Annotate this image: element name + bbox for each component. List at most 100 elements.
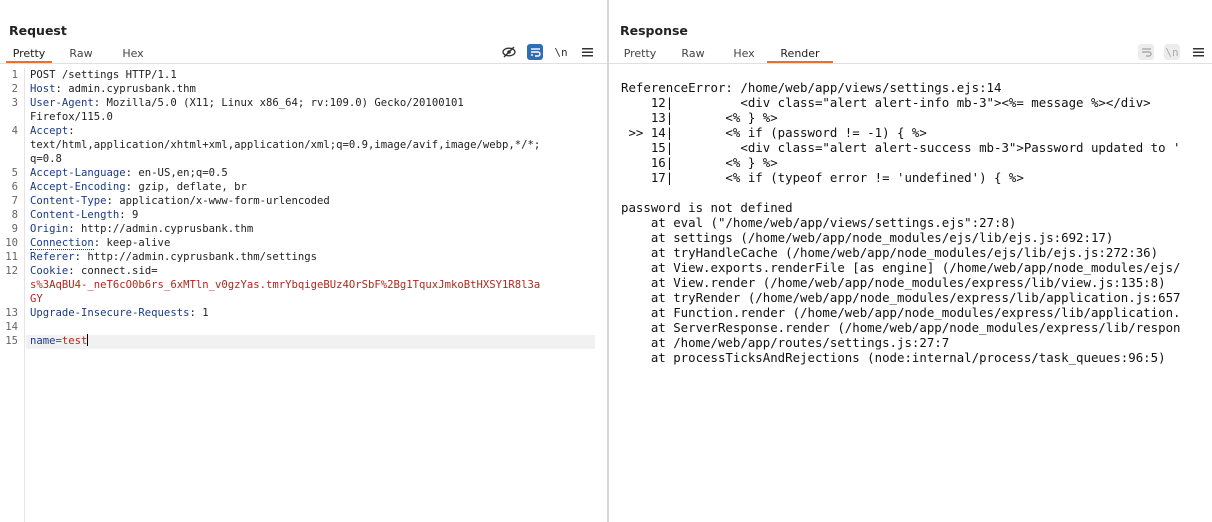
line-code: q=0.8 [30,152,62,166]
response-line: 16| <% } %> [621,155,778,170]
header-value: : http://admin.cyprusbank.thm/settings [74,251,318,263]
line-code: Content-Type: application/x-www-form-url… [30,194,330,208]
header-value: q=0.8 [30,153,62,165]
header-name: name [30,335,56,347]
line-code: Host: admin.cyprusbank.thm [30,82,196,96]
tab-pretty[interactable]: Pretty [6,45,52,63]
line-code: Accept: [30,124,75,138]
line-number: 5 [11,167,18,179]
line-code: text/html,application/xhtml+xml,applicat… [30,138,540,152]
header-value: : application/x-www-form-urlencoded [106,195,330,207]
response-line: at tryRender (/home/web/app/node_modules… [621,290,1181,305]
response-pane: Response Pretty Raw Hex Render \n Refere… [609,0,1212,522]
request-editor[interactable]: 1 POST /settings HTTP/1.1 2 Host: admin.cyp… [0,68,607,522]
header-value: GY [30,293,43,305]
line-code: Accept-Encoding: gzip, deflate, br [30,180,247,194]
header-value: : [68,125,75,137]
header-name: Accept [30,125,69,137]
line-number: 3 [11,97,18,109]
line-number: 4 [11,125,18,137]
response-line: at processTicksAndRejections (node:inter… [621,350,1166,365]
response-line [621,185,1181,200]
eye-slash-icon[interactable] [501,44,517,60]
line-code: POST /settings HTTP/1.1 [30,68,177,82]
newline-toggle[interactable]: \n [1164,44,1180,60]
newline-toggle[interactable]: \n [553,44,569,60]
response-render-output: ReferenceError: /home/web/app/views/sett… [621,80,1181,365]
header-name: Host [30,83,56,95]
header-value: : 1 [189,307,209,319]
line-code: Cookie: connect.sid= [30,264,158,278]
line-number: 12 [5,265,18,277]
line-code: GY [30,292,43,306]
tab-hex[interactable]: Hex [721,45,767,63]
menu-icon[interactable] [579,44,595,60]
line-code: Accept-Language: en-US,en;q=0.5 [30,166,228,180]
header-name: Accept-Encoding [30,181,126,193]
header-name: Connection [30,237,94,250]
header-value: : http://admin.cyprusbank.thm [68,223,254,235]
response-line: at eval ("/home/web/app/views/settings.e… [621,215,1017,230]
line-code: User-Agent: Mozilla/5.0 (X11; Linux x86_… [30,96,464,110]
response-line: ReferenceError: /home/web/app/views/sett… [621,80,1002,95]
line-code: s%3AqBU4-_neT6cO0b6rs_6xMTln_v0gzYas.tmr… [30,278,540,292]
line-code: Origin: http://admin.cyprusbank.thm [30,222,253,236]
line-code: Upgrade-Insecure-Requests: 1 [30,306,209,320]
line-number: 15 [5,335,18,347]
header-value: : connect.sid= [68,265,158,277]
line-number: 6 [11,181,18,193]
menu-icon[interactable] [1190,44,1206,60]
line-number: 7 [11,195,18,207]
header-name: Referer [30,251,75,263]
response-line: 17| <% if (typeof error != 'undefined') … [621,170,1024,185]
response-title: Response [620,23,688,38]
line-number: 2 [11,83,18,95]
header-name: Origin [30,223,69,235]
line-number: 11 [5,251,18,263]
wrap-icon[interactable] [527,44,543,60]
line-number: 14 [5,321,18,333]
tab-hex[interactable]: Hex [110,45,156,63]
response-line: at /home/web/app/routes/settings.js:27:7 [621,335,950,350]
request-pane: Request Pretty Raw Hex \n 1 POST /setting… [0,0,607,522]
line-code: Content-Length: 9 [30,208,138,222]
line-number: 8 [11,209,18,221]
response-line: at tryHandleCache (/home/web/app/node_mo… [621,245,1159,260]
response-line: at View.render (/home/web/app/node_modul… [621,275,1166,290]
response-line: 12| <div class="alert alert-info mb-3"><… [621,95,1151,110]
tab-render[interactable]: Render [767,45,833,63]
line-number: 1 [11,69,18,81]
request-tabs: Pretty Raw Hex [6,45,156,63]
header-value: : keep-alive [93,237,171,249]
response-line: at settings (/home/web/app/node_modules/… [621,230,1114,245]
header-value: =test [55,335,88,347]
response-line: 13| <% } %> [621,110,778,125]
response-line: password is not defined [621,200,793,215]
line-code: Firefox/115.0 [30,110,113,124]
line-number: 13 [5,307,18,319]
line-code: name=test [30,334,89,348]
wrap-icon[interactable] [1138,44,1154,60]
header-value: s%3AqBU4-_neT6cO0b6rs_6xMTln_v0gzYas.tmr… [30,279,541,291]
tab-pretty[interactable]: Pretty [615,45,665,63]
line-number: 10 [5,237,18,249]
header-value: : Mozilla/5.0 (X11; Linux x86_64; rv:109… [93,97,464,109]
tab-raw[interactable]: Raw [52,45,110,63]
response-line: 15| <div class="alert alert-success mb-3… [621,140,1181,155]
header-value: text/html,application/xhtml+xml,applicat… [30,139,541,151]
header-value: : gzip, deflate, br [125,181,247,193]
response-line: >> 14| <% if (password != -1) { %> [621,125,927,140]
header-value: POST /settings HTTP/1.1 [30,69,177,81]
line-number: 9 [11,223,18,235]
response-line: at Function.render (/home/web/app/node_m… [621,305,1181,320]
header-name: Content-Length [30,209,120,221]
header-name: User-Agent [30,97,94,109]
header-value: : en-US,en;q=0.5 [125,167,228,179]
line-code: Referer: http://admin.cyprusbank.thm/set… [30,250,317,264]
line-code: Connection: keep-alive [30,236,170,250]
tab-raw[interactable]: Raw [665,45,721,63]
response-line: at View.exports.renderFile [as engine] (… [621,260,1181,275]
header-value: Firefox/115.0 [30,111,113,123]
text-caret [87,334,89,346]
header-name: Content-Type [30,195,107,207]
